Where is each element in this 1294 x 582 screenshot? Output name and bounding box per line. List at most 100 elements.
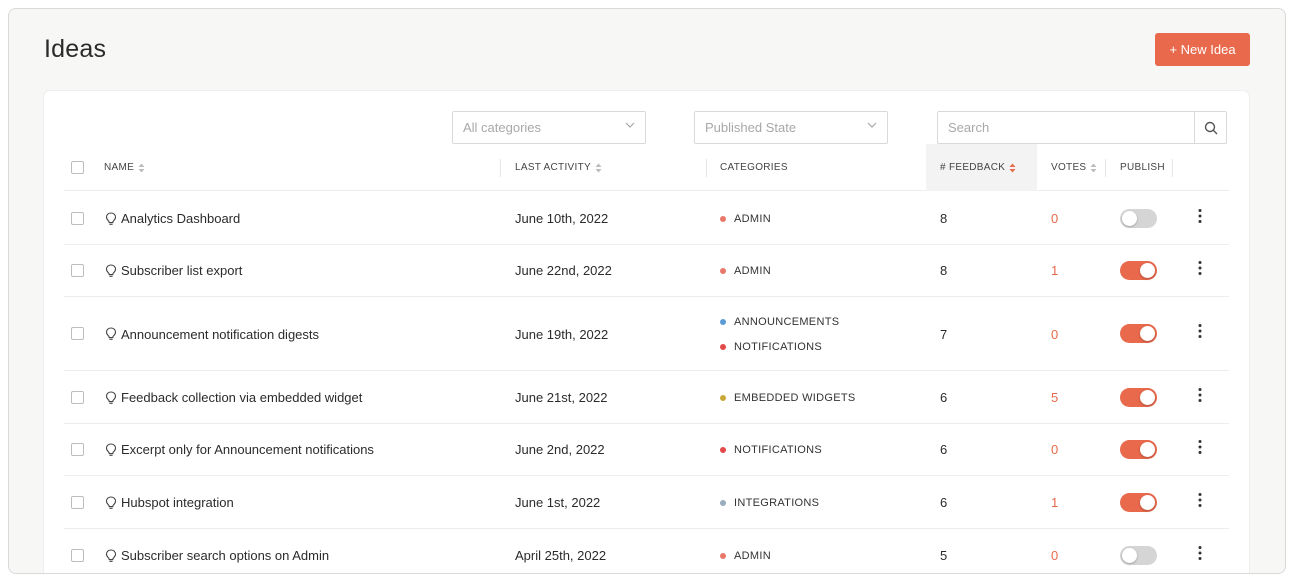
category-tag: ADMIN bbox=[720, 213, 771, 225]
idea-name-link[interactable]: Hubspot integration bbox=[105, 476, 234, 529]
more-options-icon[interactable] bbox=[1194, 386, 1206, 404]
feedback-count: 7 bbox=[940, 326, 948, 342]
publish-toggle[interactable] bbox=[1120, 440, 1157, 459]
toggle-knob bbox=[1140, 390, 1155, 405]
column-feedback-label: # FEEDBACK bbox=[940, 162, 1006, 173]
categories-filter-placeholder: All categories bbox=[463, 120, 542, 135]
categories-cell: ADMIN bbox=[720, 192, 771, 245]
toggle-knob bbox=[1140, 495, 1155, 510]
category-dot bbox=[720, 267, 726, 274]
categories-cell: ADMIN bbox=[720, 244, 771, 297]
category-dot bbox=[720, 552, 726, 559]
idea-name-link[interactable]: Excerpt only for Announcement notificati… bbox=[105, 423, 374, 476]
votes-count[interactable]: 5 bbox=[1051, 371, 1058, 424]
idea-name-link[interactable]: Feedback collection via embedded widget bbox=[105, 371, 362, 424]
votes-count[interactable]: 1 bbox=[1051, 244, 1058, 297]
column-separator bbox=[1105, 159, 1106, 177]
column-header-name[interactable]: NAME bbox=[104, 144, 145, 191]
idea-name-link[interactable]: Subscriber list export bbox=[105, 244, 242, 297]
categories-cell: ANNOUNCEMENTS NOTIFICATIONS bbox=[720, 297, 839, 371]
feedback-count: 6 bbox=[940, 495, 948, 510]
column-separator bbox=[706, 159, 707, 177]
lightbulb-icon bbox=[105, 548, 117, 562]
idea-name-link[interactable]: Subscriber search options on Admin bbox=[105, 529, 330, 573]
last-activity-date: June 2nd, 2022 bbox=[515, 442, 605, 457]
toggle-knob bbox=[1140, 442, 1155, 457]
more-options-icon[interactable] bbox=[1194, 259, 1206, 277]
more-options-icon[interactable] bbox=[1194, 438, 1206, 456]
votes-count[interactable]: 0 bbox=[1051, 423, 1058, 476]
idea-name-link[interactable]: Announcement notification digests bbox=[105, 297, 319, 371]
idea-name: Subscriber search options on Admin bbox=[121, 548, 330, 563]
app-frame: Ideas + New Idea All categories Publishe… bbox=[8, 8, 1286, 574]
table-header: NAME LAST ACTIVITY CATEGORIES # FEEDBACK… bbox=[64, 144, 1229, 191]
column-header-categories: CATEGORIES bbox=[720, 144, 788, 191]
sort-icon bbox=[1090, 163, 1097, 172]
category-label: ADMIN bbox=[734, 264, 771, 277]
row-checkbox[interactable] bbox=[71, 212, 84, 225]
publish-toggle[interactable] bbox=[1120, 324, 1157, 343]
search-icon bbox=[1204, 121, 1217, 134]
lightbulb-icon bbox=[105, 211, 117, 225]
idea-name: Hubspot integration bbox=[121, 495, 234, 510]
page-title: Ideas bbox=[44, 35, 107, 63]
idea-name: Feedback collection via embedded widget bbox=[121, 390, 363, 405]
idea-name: Excerpt only for Announcement notificati… bbox=[121, 442, 374, 457]
more-options-icon[interactable] bbox=[1194, 322, 1206, 340]
category-label: ANNOUNCEMENTS bbox=[734, 315, 840, 328]
feedback-count: 6 bbox=[940, 390, 948, 405]
row-checkbox[interactable] bbox=[71, 496, 84, 509]
column-publish-label: PUBLISH bbox=[1120, 162, 1165, 173]
more-options-icon[interactable] bbox=[1194, 491, 1206, 509]
table-row: Subscriber search options on Admin April … bbox=[64, 529, 1229, 573]
category-dot bbox=[720, 499, 726, 506]
table-row: Hubspot integration June 1st, 2022 INTEGRA… bbox=[64, 476, 1229, 529]
search-input[interactable] bbox=[937, 111, 1194, 144]
lightbulb-icon bbox=[105, 263, 117, 277]
idea-name: Announcement notification digests bbox=[121, 326, 320, 342]
more-options-icon[interactable] bbox=[1194, 544, 1206, 562]
category-label: ADMIN bbox=[734, 212, 771, 225]
categories-cell: INTEGRATIONS bbox=[720, 476, 819, 529]
row-checkbox[interactable] bbox=[71, 391, 84, 404]
select-all-checkbox[interactable] bbox=[71, 161, 84, 174]
publish-toggle[interactable] bbox=[1120, 388, 1157, 407]
column-name-label: NAME bbox=[104, 162, 135, 173]
idea-name: Subscriber list export bbox=[121, 263, 243, 278]
published-state-filter-select[interactable]: Published State bbox=[694, 111, 888, 144]
toggle-knob bbox=[1122, 211, 1137, 226]
votes-count[interactable]: 0 bbox=[1051, 192, 1058, 245]
table-row: Subscriber list export June 22nd, 2022 ADM… bbox=[64, 244, 1229, 297]
category-tag: EMBEDDED WIDGETS bbox=[720, 392, 856, 404]
column-votes-label: VOTES bbox=[1051, 162, 1087, 173]
row-checkbox[interactable] bbox=[71, 327, 84, 340]
new-idea-button[interactable]: + New Idea bbox=[1155, 33, 1250, 66]
idea-name-link[interactable]: Analytics Dashboard bbox=[105, 192, 240, 245]
categories-cell: NOTIFICATIONS bbox=[720, 423, 822, 476]
sort-icon bbox=[595, 163, 602, 172]
publish-toggle[interactable] bbox=[1120, 493, 1157, 512]
categories-filter-select[interactable]: All categories bbox=[452, 111, 646, 144]
search-button[interactable] bbox=[1194, 111, 1227, 144]
category-dot bbox=[720, 394, 726, 401]
votes-count[interactable]: 0 bbox=[1051, 529, 1058, 573]
last-activity-date: April 25th, 2022 bbox=[515, 548, 607, 563]
more-options-icon[interactable] bbox=[1194, 207, 1206, 225]
publish-toggle[interactable] bbox=[1120, 261, 1157, 280]
lightbulb-icon bbox=[105, 327, 117, 340]
votes-count[interactable]: 1 bbox=[1051, 476, 1058, 529]
category-tag: NOTIFICATIONS bbox=[720, 444, 822, 456]
row-checkbox[interactable] bbox=[71, 264, 84, 277]
row-checkbox[interactable] bbox=[71, 549, 84, 562]
published-state-placeholder: Published State bbox=[705, 120, 797, 135]
publish-toggle[interactable] bbox=[1120, 546, 1157, 565]
column-header-votes[interactable]: VOTES bbox=[1051, 144, 1097, 191]
column-header-feedback[interactable]: # FEEDBACK bbox=[926, 144, 1037, 191]
lightbulb-icon bbox=[105, 495, 117, 509]
publish-toggle[interactable] bbox=[1120, 209, 1157, 228]
feedback-count: 5 bbox=[940, 548, 948, 563]
category-tag: ADMIN bbox=[720, 265, 771, 277]
row-checkbox[interactable] bbox=[71, 443, 84, 456]
votes-count[interactable]: 0 bbox=[1051, 297, 1058, 371]
column-header-last-activity[interactable]: LAST ACTIVITY bbox=[515, 144, 602, 191]
